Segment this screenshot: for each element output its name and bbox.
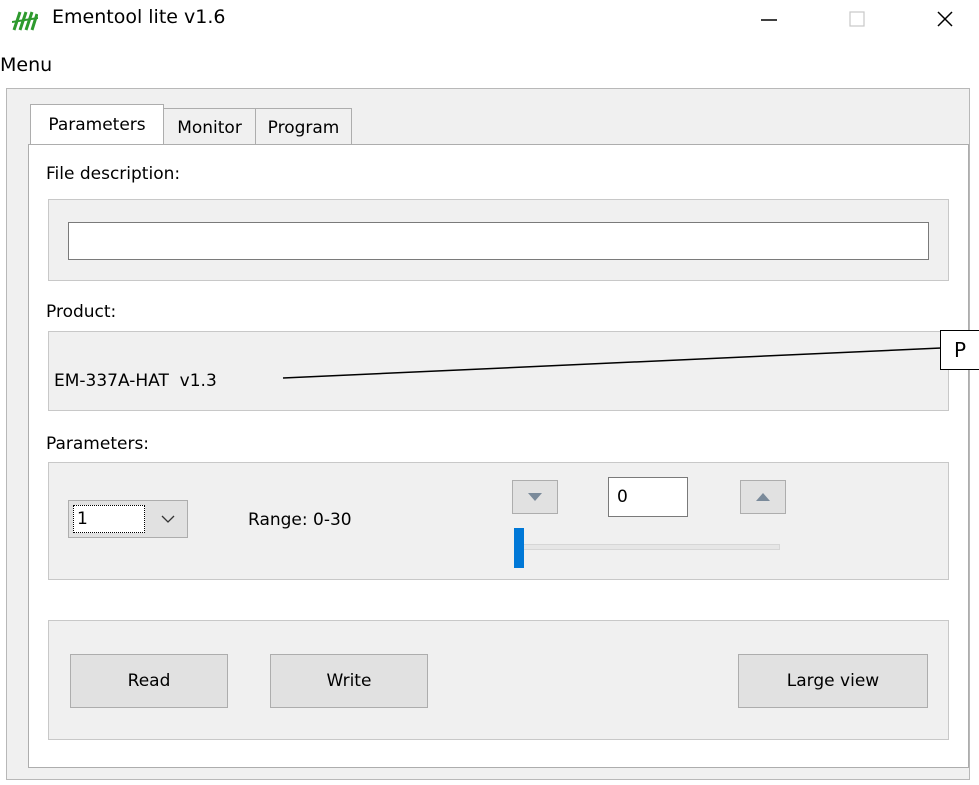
callout-box: P xyxy=(940,330,979,370)
callout-leader-line xyxy=(282,347,942,379)
